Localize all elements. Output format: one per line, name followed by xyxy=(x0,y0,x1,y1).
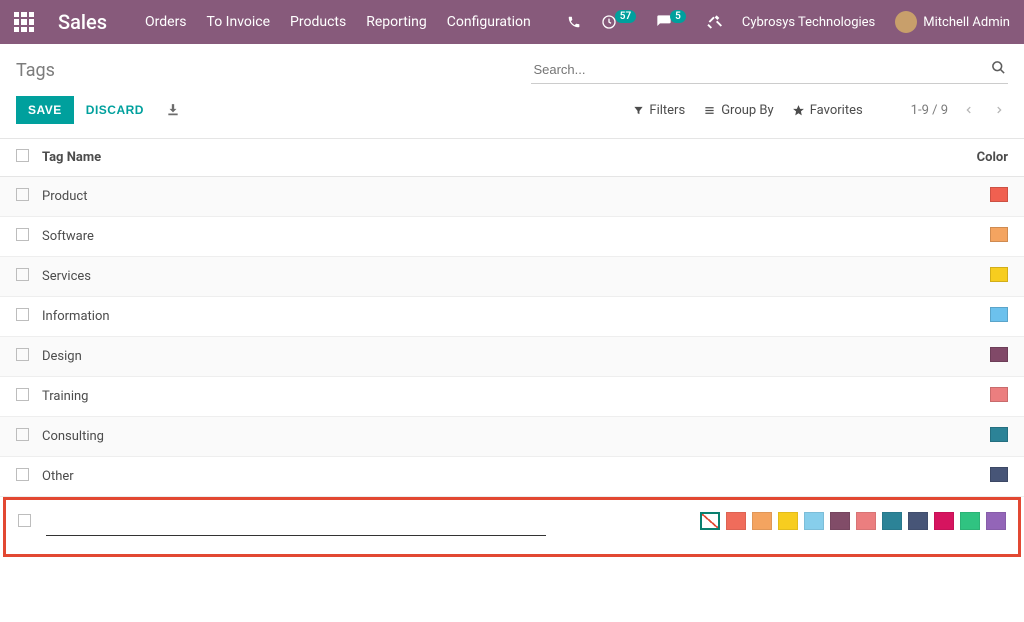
top-nav: Orders To Invoice Products Reporting Con… xyxy=(145,14,531,30)
tag-name: Product xyxy=(42,189,948,204)
search-icon[interactable] xyxy=(991,60,1006,75)
new-tag-name-input[interactable] xyxy=(46,508,546,536)
top-bar: Sales Orders To Invoice Products Reporti… xyxy=(0,0,1024,44)
save-button[interactable]: SAVE xyxy=(16,96,74,124)
col-color[interactable]: Color xyxy=(948,150,1008,165)
discuss-badge: 5 xyxy=(670,10,686,23)
tag-name: Services xyxy=(42,269,948,284)
filters-label: Filters xyxy=(649,103,685,118)
palette-swatch[interactable] xyxy=(908,512,928,530)
palette-swatch[interactable] xyxy=(960,512,980,530)
row-checkbox[interactable] xyxy=(16,388,29,401)
tag-name: Other xyxy=(42,469,948,484)
new-tag-row xyxy=(3,497,1021,557)
palette-swatch[interactable] xyxy=(856,512,876,530)
discuss-icon[interactable]: 5 xyxy=(656,14,686,30)
avatar xyxy=(895,11,917,33)
tags-table: Tag Name Color Product Software Services In… xyxy=(0,138,1024,557)
new-row-checkbox[interactable] xyxy=(18,514,31,527)
tag-name: Information xyxy=(42,309,948,324)
activity-icon[interactable]: 57 xyxy=(601,14,636,30)
phone-icon[interactable] xyxy=(567,15,581,29)
select-all-checkbox[interactable] xyxy=(16,149,29,162)
color-swatch[interactable] xyxy=(990,267,1008,282)
tools-icon[interactable] xyxy=(706,14,722,30)
color-swatch[interactable] xyxy=(990,307,1008,322)
tag-name: Consulting xyxy=(42,429,948,444)
row-checkbox[interactable] xyxy=(16,428,29,441)
nav-to-invoice[interactable]: To Invoice xyxy=(207,14,271,30)
pager: 1-9 / 9 xyxy=(911,103,1008,118)
table-row[interactable]: Other xyxy=(0,457,1024,497)
col-tag-name[interactable]: Tag Name xyxy=(42,150,948,165)
row-checkbox[interactable] xyxy=(16,348,29,361)
search-input[interactable] xyxy=(531,56,1008,84)
tag-name: Training xyxy=(42,389,948,404)
table-row[interactable]: Software xyxy=(0,217,1024,257)
palette-swatch[interactable] xyxy=(986,512,1006,530)
activity-badge: 57 xyxy=(615,10,636,23)
color-swatch[interactable] xyxy=(990,187,1008,202)
table-row[interactable]: Information xyxy=(0,297,1024,337)
color-swatch[interactable] xyxy=(990,227,1008,242)
favorites-button[interactable]: Favorites xyxy=(792,103,863,118)
palette-swatch-none[interactable] xyxy=(700,512,720,530)
palette-swatch[interactable] xyxy=(778,512,798,530)
pager-text: 1-9 / 9 xyxy=(911,103,948,118)
table-header: Tag Name Color xyxy=(0,139,1024,177)
row-checkbox[interactable] xyxy=(16,268,29,281)
groupby-label: Group By xyxy=(721,103,774,118)
palette-swatch[interactable] xyxy=(934,512,954,530)
user-name: Mitchell Admin xyxy=(923,15,1010,30)
breadcrumb: Tags xyxy=(16,60,55,81)
export-icon[interactable] xyxy=(166,103,180,117)
app-title: Sales xyxy=(58,10,107,34)
table-row[interactable]: Services xyxy=(0,257,1024,297)
company-selector[interactable]: Cybrosys Technologies xyxy=(742,15,875,30)
palette-swatch[interactable] xyxy=(830,512,850,530)
table-row[interactable]: Design xyxy=(0,337,1024,377)
color-palette xyxy=(700,508,1006,530)
row-checkbox[interactable] xyxy=(16,308,29,321)
row-checkbox[interactable] xyxy=(16,188,29,201)
pager-next[interactable] xyxy=(990,103,1008,117)
palette-swatch[interactable] xyxy=(726,512,746,530)
palette-swatch[interactable] xyxy=(752,512,772,530)
row-checkbox[interactable] xyxy=(16,228,29,241)
tag-name: Design xyxy=(42,349,948,364)
nav-products[interactable]: Products xyxy=(290,14,346,30)
user-menu[interactable]: Mitchell Admin xyxy=(895,11,1010,33)
favorites-label: Favorites xyxy=(810,103,863,118)
color-swatch[interactable] xyxy=(990,427,1008,442)
pager-prev[interactable] xyxy=(960,103,978,117)
row-checkbox[interactable] xyxy=(16,468,29,481)
table-row[interactable]: Product xyxy=(0,177,1024,217)
nav-reporting[interactable]: Reporting xyxy=(366,14,427,30)
color-swatch[interactable] xyxy=(990,387,1008,402)
nav-orders[interactable]: Orders xyxy=(145,14,187,30)
filters-button[interactable]: Filters xyxy=(633,103,685,118)
table-row[interactable]: Training xyxy=(0,377,1024,417)
apps-icon[interactable] xyxy=(14,12,34,32)
table-row[interactable]: Consulting xyxy=(0,417,1024,457)
search-wrap xyxy=(531,56,1008,84)
palette-swatch[interactable] xyxy=(882,512,902,530)
color-swatch[interactable] xyxy=(990,467,1008,482)
palette-swatch[interactable] xyxy=(804,512,824,530)
groupby-button[interactable]: Group By xyxy=(703,103,774,118)
tag-name: Software xyxy=(42,229,948,244)
nav-configuration[interactable]: Configuration xyxy=(447,14,531,30)
discard-button[interactable]: DISCARD xyxy=(86,103,144,117)
top-right: 57 5 Cybrosys Technologies Mitchell Admi… xyxy=(567,11,1010,33)
color-swatch[interactable] xyxy=(990,347,1008,362)
